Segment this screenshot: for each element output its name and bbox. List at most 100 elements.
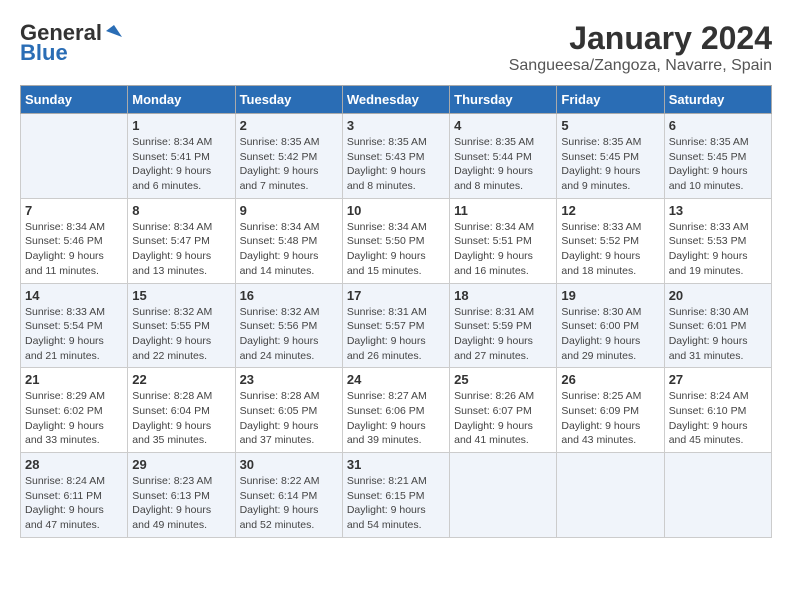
day-number: 14	[25, 288, 123, 303]
day-number: 25	[454, 372, 552, 387]
day-number: 30	[240, 457, 338, 472]
cell-content: Sunrise: 8:33 AM Sunset: 5:52 PM Dayligh…	[561, 220, 659, 279]
cell-content: Sunrise: 8:34 AM Sunset: 5:47 PM Dayligh…	[132, 220, 230, 279]
calendar-cell: 10Sunrise: 8:34 AM Sunset: 5:50 PM Dayli…	[342, 198, 449, 283]
header-wednesday: Wednesday	[342, 86, 449, 114]
calendar-cell: 23Sunrise: 8:28 AM Sunset: 6:05 PM Dayli…	[235, 368, 342, 453]
calendar-cell: 20 Sunrise: 8:30 AM Sunset: 6:01 PM Dayli…	[664, 283, 771, 368]
cell-content: Sunrise: 8:28 AM Sunset: 6:04 PM Dayligh…	[132, 389, 230, 448]
day-number: 22	[132, 372, 230, 387]
day-number: 24	[347, 372, 445, 387]
week-row-1: 1 Sunrise: 8:34 AM Sunset: 5:41 PM Daylig…	[21, 114, 772, 199]
calendar-cell: 30 Sunrise: 8:22 AM Sunset: 6:14 PM Dayli…	[235, 453, 342, 538]
header-monday: Monday	[128, 86, 235, 114]
cell-content: Sunrise: 8:34 AM Sunset: 5:51 PM Dayligh…	[454, 220, 552, 279]
cell-content: Sunrise: 8:22 AM Sunset: 6:14 PM Dayligh…	[240, 474, 338, 533]
cell-content: Sunrise: 8:35 AM Sunset: 5:43 PM Dayligh…	[347, 135, 445, 194]
calendar-cell: 17 Sunrise: 8:31 AM Sunset: 5:57 PM Dayli…	[342, 283, 449, 368]
day-number: 29	[132, 457, 230, 472]
cell-content: Sunrise: 8:34 AM Sunset: 5:46 PM Dayligh…	[25, 220, 123, 279]
calendar-cell: 29 Sunrise: 8:23 AM Sunset: 6:13 PM Dayli…	[128, 453, 235, 538]
day-number: 15	[132, 288, 230, 303]
day-number: 27	[669, 372, 767, 387]
week-row-4: 21 Sunrise: 8:29 AM Sunset: 6:02 PM Dayli…	[21, 368, 772, 453]
cell-content: Sunrise: 8:26 AM Sunset: 6:07 PM Dayligh…	[454, 389, 552, 448]
calendar-cell: 16 Sunrise: 8:32 AM Sunset: 5:56 PM Dayli…	[235, 283, 342, 368]
cell-content: Sunrise: 8:31 AM Sunset: 5:57 PM Dayligh…	[347, 305, 445, 364]
day-number: 5	[561, 118, 659, 133]
cell-content: Sunrise: 8:33 AM Sunset: 5:54 PM Dayligh…	[25, 305, 123, 364]
calendar-cell: 21 Sunrise: 8:29 AM Sunset: 6:02 PM Dayli…	[21, 368, 128, 453]
week-row-3: 14 Sunrise: 8:33 AM Sunset: 5:54 PM Dayli…	[21, 283, 772, 368]
cell-content: Sunrise: 8:34 AM Sunset: 5:41 PM Dayligh…	[132, 135, 230, 194]
calendar-cell: 14 Sunrise: 8:33 AM Sunset: 5:54 PM Dayli…	[21, 283, 128, 368]
day-number: 20	[669, 288, 767, 303]
calendar-cell: 5 Sunrise: 8:35 AM Sunset: 5:45 PM Daylig…	[557, 114, 664, 199]
calendar-cell: 7 Sunrise: 8:34 AM Sunset: 5:46 PM Daylig…	[21, 198, 128, 283]
calendar-cell: 12 Sunrise: 8:33 AM Sunset: 5:52 PM Dayli…	[557, 198, 664, 283]
cell-content: Sunrise: 8:29 AM Sunset: 6:02 PM Dayligh…	[25, 389, 123, 448]
day-number: 9	[240, 203, 338, 218]
cell-content: Sunrise: 8:23 AM Sunset: 6:13 PM Dayligh…	[132, 474, 230, 533]
cell-content: Sunrise: 8:35 AM Sunset: 5:45 PM Dayligh…	[561, 135, 659, 194]
calendar-cell: 22 Sunrise: 8:28 AM Sunset: 6:04 PM Dayli…	[128, 368, 235, 453]
cell-content: Sunrise: 8:35 AM Sunset: 5:42 PM Dayligh…	[240, 135, 338, 194]
cell-content: Sunrise: 8:30 AM Sunset: 6:01 PM Dayligh…	[669, 305, 767, 364]
day-number: 13	[669, 203, 767, 218]
logo-blue-text: Blue	[20, 40, 68, 66]
calendar-cell: 15Sunrise: 8:32 AM Sunset: 5:55 PM Dayli…	[128, 283, 235, 368]
day-number: 16	[240, 288, 338, 303]
day-number: 31	[347, 457, 445, 472]
day-number: 6	[669, 118, 767, 133]
day-number: 3	[347, 118, 445, 133]
day-number: 10	[347, 203, 445, 218]
calendar-cell: 4 Sunrise: 8:35 AM Sunset: 5:44 PM Daylig…	[450, 114, 557, 199]
day-number: 26	[561, 372, 659, 387]
calendar-cell: 8 Sunrise: 8:34 AM Sunset: 5:47 PM Daylig…	[128, 198, 235, 283]
cell-content: Sunrise: 8:24 AM Sunset: 6:11 PM Dayligh…	[25, 474, 123, 533]
cell-content: Sunrise: 8:32 AM Sunset: 5:56 PM Dayligh…	[240, 305, 338, 364]
calendar-cell: 9 Sunrise: 8:34 AM Sunset: 5:48 PM Daylig…	[235, 198, 342, 283]
day-number: 23	[240, 372, 338, 387]
cell-content: Sunrise: 8:35 AM Sunset: 5:45 PM Dayligh…	[669, 135, 767, 194]
day-number: 8	[132, 203, 230, 218]
calendar-cell	[450, 453, 557, 538]
calendar-cell: 28 Sunrise: 8:24 AM Sunset: 6:11 PM Dayli…	[21, 453, 128, 538]
day-number: 4	[454, 118, 552, 133]
header-thursday: Thursday	[450, 86, 557, 114]
logo: General Blue	[20, 20, 124, 66]
calendar-cell: 31 Sunrise: 8:21 AM Sunset: 6:15 PM Dayli…	[342, 453, 449, 538]
calendar-cell: 6 Sunrise: 8:35 AM Sunset: 5:45 PM Daylig…	[664, 114, 771, 199]
day-number: 21	[25, 372, 123, 387]
cell-content: Sunrise: 8:30 AM Sunset: 6:00 PM Dayligh…	[561, 305, 659, 364]
week-row-5: 28 Sunrise: 8:24 AM Sunset: 6:11 PM Dayli…	[21, 453, 772, 538]
cell-content: Sunrise: 8:25 AM Sunset: 6:09 PM Dayligh…	[561, 389, 659, 448]
day-number: 2	[240, 118, 338, 133]
calendar-cell: 19 Sunrise: 8:30 AM Sunset: 6:00 PM Dayli…	[557, 283, 664, 368]
day-number: 19	[561, 288, 659, 303]
day-number: 28	[25, 457, 123, 472]
calendar-cell: 24 Sunrise: 8:27 AM Sunset: 6:06 PM Dayli…	[342, 368, 449, 453]
month-title: January 2024	[509, 20, 772, 57]
cell-content: Sunrise: 8:31 AM Sunset: 5:59 PM Dayligh…	[454, 305, 552, 364]
cell-content: Sunrise: 8:21 AM Sunset: 6:15 PM Dayligh…	[347, 474, 445, 533]
header-tuesday: Tuesday	[235, 86, 342, 114]
cell-content: Sunrise: 8:33 AM Sunset: 5:53 PM Dayligh…	[669, 220, 767, 279]
location-title: Sangueesa/Zangoza, Navarre, Spain	[509, 57, 772, 75]
day-number: 7	[25, 203, 123, 218]
day-number: 12	[561, 203, 659, 218]
day-number: 1	[132, 118, 230, 133]
calendar-cell: 26 Sunrise: 8:25 AM Sunset: 6:09 PM Dayli…	[557, 368, 664, 453]
cell-content: Sunrise: 8:35 AM Sunset: 5:44 PM Dayligh…	[454, 135, 552, 194]
page-header: General Blue January 2024 Sangueesa/Zang…	[20, 20, 772, 75]
cell-content: Sunrise: 8:34 AM Sunset: 5:48 PM Dayligh…	[240, 220, 338, 279]
calendar-cell	[557, 453, 664, 538]
calendar-cell: 2 Sunrise: 8:35 AM Sunset: 5:42 PM Daylig…	[235, 114, 342, 199]
cell-content: Sunrise: 8:27 AM Sunset: 6:06 PM Dayligh…	[347, 389, 445, 448]
week-row-2: 7 Sunrise: 8:34 AM Sunset: 5:46 PM Daylig…	[21, 198, 772, 283]
calendar-cell: 18 Sunrise: 8:31 AM Sunset: 5:59 PM Dayli…	[450, 283, 557, 368]
day-number: 17	[347, 288, 445, 303]
day-number: 18	[454, 288, 552, 303]
calendar-cell: 1 Sunrise: 8:34 AM Sunset: 5:41 PM Daylig…	[128, 114, 235, 199]
header-saturday: Saturday	[664, 86, 771, 114]
